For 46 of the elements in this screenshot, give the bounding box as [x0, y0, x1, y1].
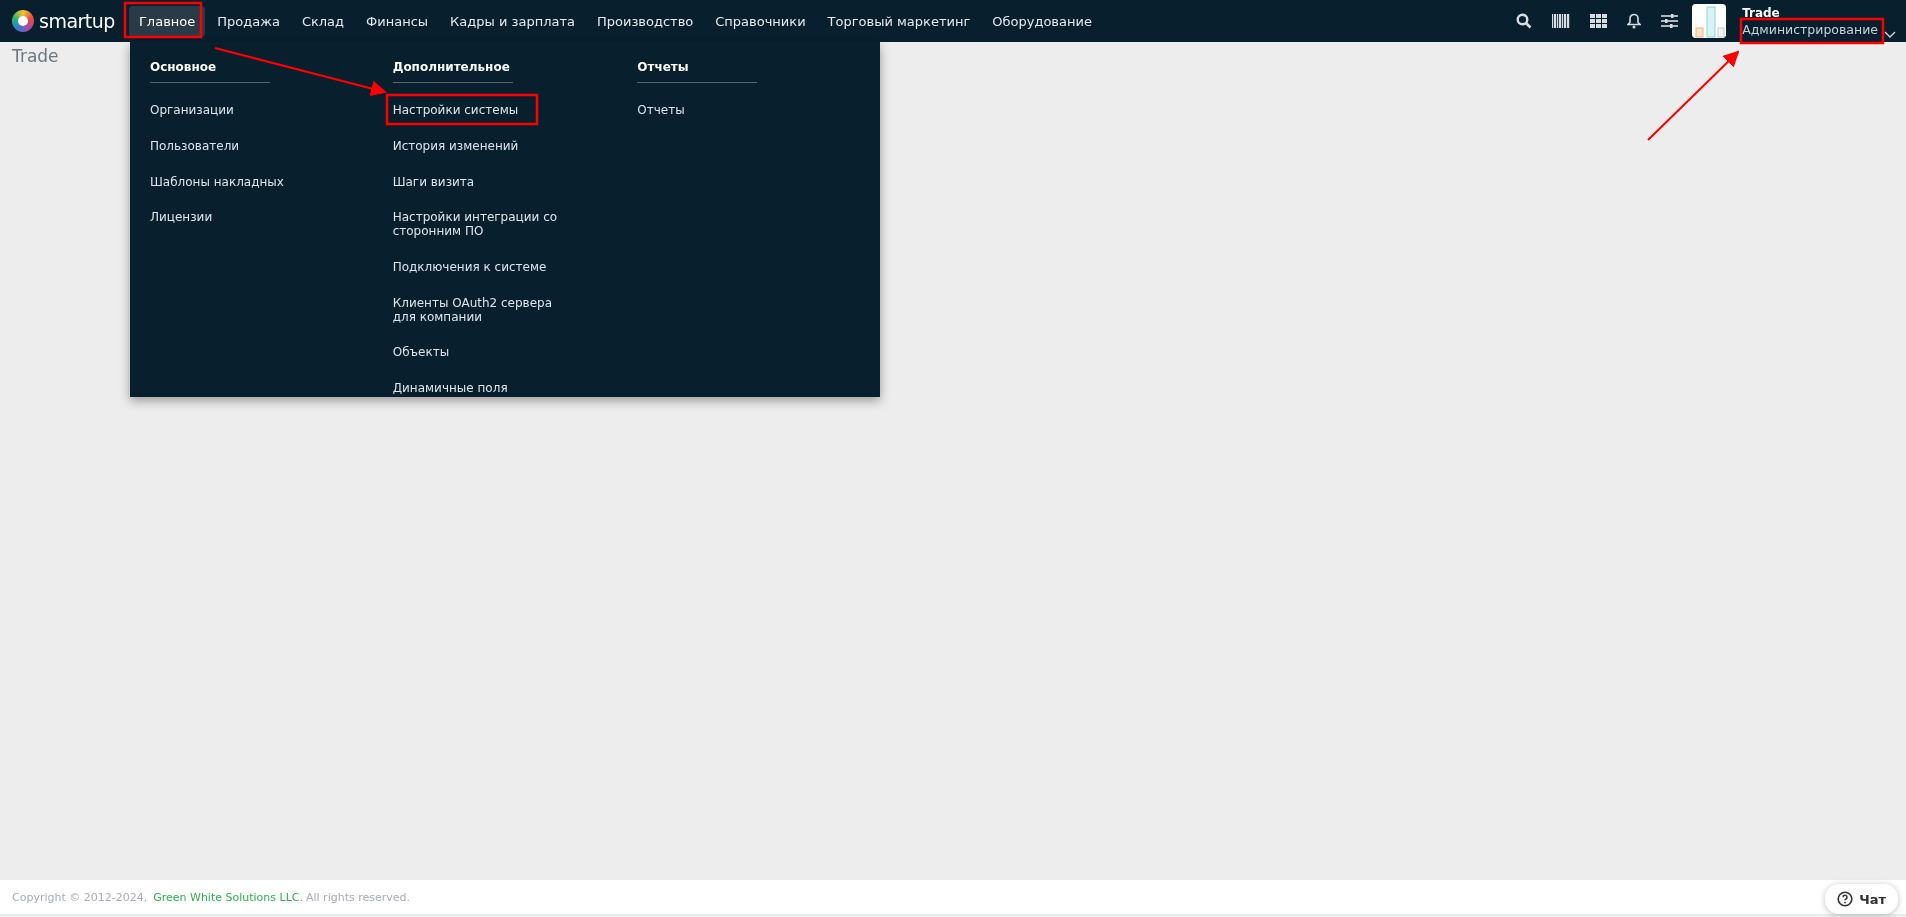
barcode-button[interactable] — [1552, 14, 1571, 28]
menu-section-heading: Дополнительное — [392, 60, 513, 83]
menu-item[interactable]: Пользователи — [150, 134, 240, 159]
nav-tab[interactable]: Торговый маркетинг — [817, 5, 981, 37]
sliders-icon — [1661, 14, 1679, 28]
menu-item[interactable]: Организации — [150, 99, 234, 123]
menu-item[interactable]: Лицензии — [150, 206, 213, 231]
menu-item[interactable]: Объекты — [392, 341, 450, 366]
logo-icon — [12, 10, 34, 32]
menu-item[interactable]: Настройки интеграции со сторонним ПО — [392, 206, 578, 244]
copyright-text: Copyright © 2012-2024, — [12, 890, 148, 904]
nav-tab[interactable]: Финансы — [356, 5, 439, 37]
menu-section-heading: Основное — [150, 60, 270, 83]
avatar-drawing — [1692, 4, 1727, 38]
brand-name: smartup — [39, 10, 115, 32]
sliders-button[interactable] — [1661, 14, 1679, 28]
company-name: Trade — [1742, 5, 1781, 20]
bell-button[interactable] — [1627, 13, 1642, 29]
barcode-icon — [1552, 14, 1571, 28]
nav-tab[interactable]: Склад — [291, 5, 355, 37]
search-button[interactable] — [1516, 13, 1533, 29]
search-icon — [1516, 13, 1533, 29]
page-title: Trade — [11, 45, 60, 68]
menu-item[interactable]: Подключения к системе — [392, 256, 547, 280]
bell-icon — [1627, 13, 1642, 29]
menu-item[interactable]: Настройки системы — [392, 99, 519, 123]
nav-tab[interactable]: Кадры и зарплата — [440, 5, 585, 37]
grid-icon — [1590, 14, 1608, 28]
nav-tab[interactable]: Главное — [128, 5, 206, 37]
menu-section-heading: Отчеты — [637, 60, 758, 83]
chat-button[interactable]: Чат — [1825, 884, 1898, 914]
rights-text: All rights reserved. — [305, 890, 410, 904]
menu-item[interactable]: Шаги визита — [392, 170, 475, 195]
role-selector[interactable]: Администрирование — [1742, 19, 1878, 37]
menu-item[interactable]: Клиенты OAuth2 сервера для компании — [392, 291, 578, 330]
help-icon — [1837, 891, 1854, 907]
grid-button[interactable] — [1590, 14, 1608, 28]
nav-tab[interactable]: Продажа — [207, 5, 290, 37]
menu-item[interactable]: Отчеты — [637, 99, 685, 123]
menu-item[interactable]: Динамичные поля — [392, 377, 508, 401]
nav-tab[interactable]: Производство — [586, 5, 704, 37]
menu-item[interactable]: Шаблоны накладных — [150, 170, 284, 195]
menu-item[interactable]: История изменений — [392, 134, 519, 159]
chevron-down-icon[interactable] — [1884, 31, 1896, 38]
nav-tab[interactable]: Справочники — [705, 5, 816, 37]
nav-tab[interactable]: Оборудование — [982, 5, 1102, 37]
